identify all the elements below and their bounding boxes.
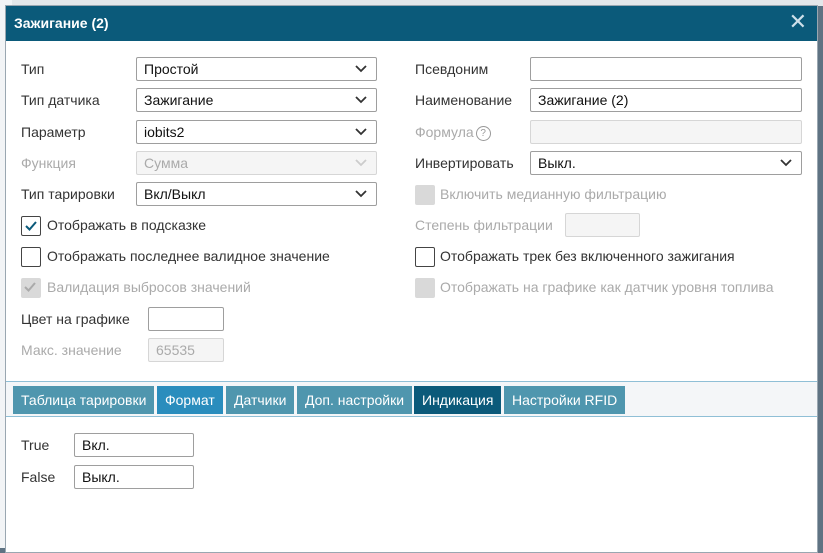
show-track-label: Отображать трек без включенного зажигани… [440, 248, 735, 264]
checkmark-icon [24, 282, 36, 292]
tab-bar: Таблица тарировки Формат Датчики Доп. на… [6, 381, 817, 417]
chevron-down-icon [355, 65, 367, 73]
param-select[interactable]: iobits2 [136, 120, 377, 144]
false-value-field[interactable]: Выкл. [74, 465, 194, 489]
filter-degree-label: Степень фильтрации [415, 217, 553, 233]
show-last-valid-label: Отображать последнее валидное значение [47, 248, 330, 264]
invert-label: Инвертировать [415, 155, 514, 171]
param-select-value: iobits2 [144, 124, 185, 140]
show-track-checkbox[interactable] [415, 247, 435, 267]
sensor-type-select-value: Зажигание [144, 92, 214, 108]
sensor-dialog: Зажигание (2) ✕ Тип Простой Тип датчика … [5, 5, 818, 553]
median-filter-label: Включить медианную фильтрацию [440, 186, 667, 202]
false-label: False [21, 469, 56, 485]
show-last-valid-checkbox[interactable] [21, 247, 41, 267]
show-tooltip-checkbox[interactable] [21, 216, 41, 236]
help-icon[interactable]: ? [475, 126, 491, 141]
alias-field[interactable] [530, 57, 802, 81]
chevron-down-icon [355, 190, 367, 198]
tab-calibration-table[interactable]: Таблица тарировки [13, 386, 155, 414]
tab-sensors[interactable]: Датчики [226, 386, 295, 414]
function-select-value: Сумма [144, 155, 188, 171]
param-label: Параметр [21, 124, 86, 140]
true-label: True [21, 437, 50, 453]
type-select[interactable]: Простой [136, 57, 377, 81]
chart-color-label: Цвет на графике [21, 311, 130, 327]
show-as-fuel-label: Отображать на графике как датчик уровня … [440, 279, 774, 295]
type-select-value: Простой [144, 61, 199, 77]
chevron-down-icon [780, 159, 792, 167]
chart-color-field[interactable] [148, 307, 224, 331]
show-as-fuel-checkbox [415, 278, 435, 298]
true-value-field[interactable]: Вкл. [74, 433, 194, 457]
name-field[interactable]: Зажигание (2) [530, 88, 802, 112]
tab-format[interactable]: Формат [157, 386, 223, 414]
sensor-type-select[interactable]: Зажигание [136, 88, 377, 112]
formula-field [530, 120, 802, 144]
calib-type-label: Тип тарировки [21, 186, 115, 202]
validate-outliers-label: Валидация выбросов значений [47, 279, 251, 295]
checkmark-icon [25, 221, 37, 231]
dialog-titlebar: Зажигание (2) ✕ [6, 6, 817, 41]
sensor-type-label: Тип датчика [21, 92, 100, 108]
filter-degree-field [565, 213, 640, 237]
function-label: Функция [21, 155, 76, 171]
formula-label-text: Формула [415, 124, 474, 140]
close-icon[interactable]: ✕ [789, 11, 807, 33]
chevron-down-icon [355, 159, 367, 167]
formula-label: Формула? [415, 124, 491, 141]
validate-outliers-checkbox [21, 278, 41, 298]
invert-select[interactable]: Выкл. [530, 151, 802, 175]
calib-type-select-value: Вкл/Выкл [144, 186, 206, 202]
alias-label: Псевдоним [415, 61, 489, 77]
tab-rfid-settings[interactable]: Настройки RFID [504, 386, 626, 414]
show-tooltip-label: Отображать в подсказке [47, 217, 207, 233]
dialog-title: Зажигание (2) [14, 15, 109, 31]
name-label: Наименование [415, 92, 513, 108]
invert-select-value: Выкл. [538, 155, 576, 171]
tab-indication[interactable]: Индикация [414, 386, 502, 414]
median-filter-checkbox [415, 185, 435, 205]
chevron-down-icon [355, 96, 367, 104]
calib-type-select[interactable]: Вкл/Выкл [136, 182, 377, 206]
chevron-down-icon [355, 128, 367, 136]
type-label: Тип [21, 61, 45, 77]
function-select: Сумма [136, 151, 377, 175]
max-value-label: Макс. значение [21, 342, 122, 358]
tab-extra-settings[interactable]: Доп. настройки [297, 386, 413, 414]
max-value-field: 65535 [148, 338, 224, 362]
